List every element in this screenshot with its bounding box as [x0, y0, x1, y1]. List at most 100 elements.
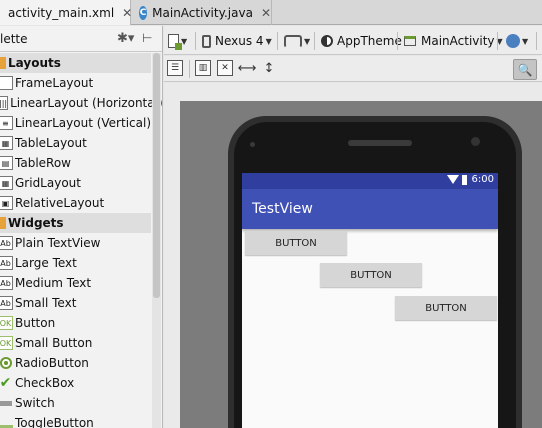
item-label: GridLayout: [15, 176, 81, 190]
theme-icon: [321, 35, 333, 47]
item-label: FrameLayout: [15, 76, 94, 90]
toolbar-separator: [314, 32, 315, 50]
speaker-grill: [348, 140, 412, 146]
group-label: Widgets: [8, 216, 64, 230]
tab-main-activity-java[interactable]: C MainActivity.java ✕: [132, 0, 272, 25]
palette-group-widgets[interactable]: Widgets: [0, 213, 151, 233]
tab-label: activity_main.xml: [8, 5, 115, 20]
palette-panel: lette ✱▾ ⊢ Layouts FrameLayout |||Linear…: [0, 26, 163, 428]
tab-activity-main-xml[interactable]: activity_main.xml ✕: [0, 0, 132, 25]
render-options-dropdown[interactable]: ▼: [168, 31, 187, 51]
layout-editor-toolbar: ▼ Nexus 4 ▼ ▼ AppTheme MainActivity ▼ ▼: [164, 26, 542, 55]
gear-icon[interactable]: ✱▾: [117, 31, 134, 46]
palette-item-button[interactable]: OK Button: [0, 313, 151, 333]
palette-item-plain-textview[interactable]: Ab Plain TextView: [0, 233, 151, 253]
palette-item-relativelayout[interactable]: ▣ RelativeLayout: [0, 193, 151, 213]
checkbox-icon: ✔: [0, 375, 12, 391]
orientation-dropdown[interactable]: ▼: [284, 31, 310, 51]
device-screen: 6:00 TestView BUTTON BUTTON BUTTON: [242, 173, 498, 428]
status-bar: 6:00: [242, 173, 498, 189]
tab-label: MainActivity.java: [152, 5, 253, 20]
app-bar: TestView: [242, 189, 498, 229]
palette-item-linearlayout-vertical[interactable]: ≡ LinearLayout (Vertical): [0, 113, 151, 133]
zoom-icon[interactable]: 🔍: [513, 59, 537, 80]
small-text-icon: Ab: [0, 296, 13, 310]
palette-item-radiobutton[interactable]: RadioButton: [0, 353, 151, 373]
device-label: Nexus 4: [215, 34, 264, 48]
chevron-down-icon: ▼: [265, 36, 272, 46]
item-label: Button: [15, 316, 56, 330]
toolbar-separator: [397, 32, 398, 50]
toolbar-separator: [536, 32, 537, 50]
item-label: LinearLayout (Vertical): [14, 116, 151, 130]
large-text-icon: Ab: [0, 256, 13, 270]
hide-panel-icon[interactable]: ⊢: [142, 31, 152, 45]
item-label: Large Text: [15, 256, 77, 270]
item-label: Medium Text: [15, 276, 92, 290]
linear-vertical-icon: ≡: [0, 116, 13, 130]
item-label: LinearLayout (Horizontal): [10, 96, 163, 110]
fill-height-icon[interactable]: ↕: [261, 60, 277, 76]
palette-item-switch[interactable]: Switch: [0, 393, 151, 413]
frame-layout-icon: [0, 76, 13, 90]
locale-dropdown[interactable]: ▼: [506, 31, 528, 51]
battery-icon: [461, 174, 467, 185]
camera-icon: [471, 137, 480, 146]
palette-item-linearlayout-horizontal[interactable]: |||LinearLayout (Horizontal): [0, 93, 162, 113]
palette-header: lette ✱▾ ⊢: [0, 26, 162, 52]
chevron-down-icon: ▼: [522, 36, 529, 46]
palette-item-framelayout[interactable]: FrameLayout: [0, 73, 151, 93]
editor-tab-strip: activity_main.xml ✕ C MainActivity.java …: [0, 0, 542, 25]
item-label: Switch: [15, 396, 55, 410]
toolbar-separator: [277, 32, 278, 50]
close-icon[interactable]: ✕: [122, 6, 132, 20]
palette-item-large-text[interactable]: Ab Large Text: [0, 253, 151, 273]
palette-item-small-text[interactable]: Ab Small Text: [0, 293, 151, 313]
theme-label: AppTheme: [337, 34, 402, 48]
columns-icon[interactable]: ▥: [195, 60, 211, 76]
globe-icon: [506, 34, 520, 48]
scrollbar-thumb[interactable]: [153, 53, 160, 298]
palette-scrollbar[interactable]: [152, 53, 161, 428]
toolbar-separator: [497, 32, 498, 50]
palette-list: Layouts FrameLayout |||LinearLayout (Hor…: [0, 53, 162, 428]
text-view-icon: Ab: [0, 236, 13, 250]
java-class-icon: C: [139, 5, 148, 20]
toolbar-separator: [195, 32, 196, 50]
preview-button-3[interactable]: BUTTON: [395, 296, 497, 320]
palette-item-tablelayout[interactable]: ▦ TableLayout: [0, 133, 151, 153]
remove-layout-icon[interactable]: ✕: [217, 60, 233, 76]
palette-item-checkbox[interactable]: ✔ CheckBox: [0, 373, 151, 393]
preview-button-1[interactable]: BUTTON: [245, 231, 347, 255]
grid-layout-icon: ▦: [0, 176, 13, 190]
activity-dropdown[interactable]: MainActivity ▼: [404, 31, 503, 51]
item-label: RadioButton: [15, 356, 89, 370]
fill-width-icon[interactable]: ⟷: [238, 60, 257, 76]
item-label: Small Text: [15, 296, 77, 310]
activity-icon: [404, 36, 416, 46]
palette-item-gridlayout[interactable]: ▦ GridLayout: [0, 173, 151, 193]
button-icon: OK: [0, 316, 13, 330]
palette-title: lette: [0, 32, 28, 46]
radio-button-icon: [0, 356, 13, 370]
linear-horizontal-icon: |||: [0, 96, 9, 110]
item-label: Small Button: [15, 336, 93, 350]
palette-group-layouts[interactable]: Layouts: [0, 53, 151, 73]
palette-item-medium-text[interactable]: Ab Medium Text: [0, 273, 151, 293]
palette-item-small-button[interactable]: OK Small Button: [0, 333, 151, 353]
item-label: RelativeLayout: [15, 196, 105, 210]
palette-item-togglebutton[interactable]: ToggleButton: [0, 413, 151, 428]
device-dropdown[interactable]: Nexus 4 ▼: [202, 31, 272, 51]
table-row-icon: ▤: [0, 156, 13, 170]
table-layout-icon: ▦: [0, 136, 13, 150]
close-icon[interactable]: ✕: [261, 6, 271, 20]
theme-button[interactable]: AppTheme: [321, 31, 402, 51]
page-icon: [168, 34, 182, 50]
app-title: TestView: [252, 201, 313, 217]
preview-button-2[interactable]: BUTTON: [320, 263, 422, 287]
item-label: TableLayout: [15, 136, 87, 150]
relative-layout-icon: ▣: [0, 196, 13, 210]
palette-item-tablerow[interactable]: ▤ TableRow: [0, 153, 151, 173]
toggle-layout-icon[interactable]: ☰: [167, 60, 183, 76]
item-label: CheckBox: [15, 376, 75, 390]
